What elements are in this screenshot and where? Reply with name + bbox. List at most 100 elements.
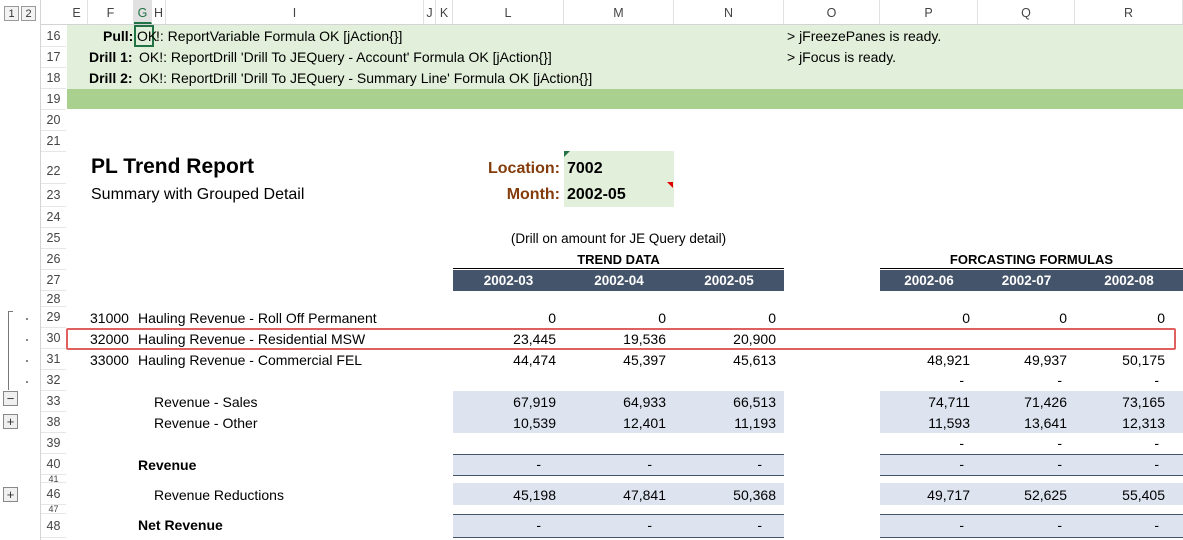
trend-amount[interactable]: 12,401	[564, 415, 666, 431]
row-header[interactable]: 48	[41, 514, 66, 538]
column-header-n[interactable]: N	[674, 0, 784, 24]
trend-amount[interactable]: 23,445	[453, 331, 556, 347]
location-input[interactable]: 7002	[567, 160, 603, 178]
forecast-amount: 12,313	[1122, 415, 1165, 431]
row-header[interactable]: 46	[41, 483, 66, 505]
trend-amount[interactable]: 11,193	[674, 415, 776, 431]
trend-amount[interactable]: -	[564, 517, 652, 533]
forecast-amount: -	[1057, 435, 1062, 451]
forecast-amount: 52,625	[1024, 487, 1067, 503]
focus-message: > jFocus is ready.	[787, 49, 897, 65]
forecast-amount: 74,711	[928, 394, 970, 410]
row-header[interactable]: 26	[41, 249, 66, 270]
trend-amount[interactable]: 67,919	[453, 394, 556, 410]
outline-level-2-button[interactable]: 2	[21, 6, 36, 21]
trend-amount[interactable]: -	[674, 456, 762, 472]
row-header[interactable]: 25	[41, 228, 66, 249]
pull-label: Pull:	[103, 28, 134, 44]
column-header-r[interactable]: R	[1075, 0, 1183, 24]
trend-amount[interactable]: 45,613	[674, 352, 776, 368]
account-name: Hauling Revenue - Residential MSW	[138, 331, 366, 347]
trend-amount[interactable]: -	[564, 456, 652, 472]
row-header[interactable]: 27	[41, 270, 66, 291]
pull-status-text: !: ReportVariable Formula OK [jAction{}]	[156, 28, 403, 44]
column-header-o[interactable]: O	[784, 0, 880, 24]
forecast-amount: -	[1154, 456, 1159, 472]
trend-amount[interactable]: 0	[453, 310, 556, 326]
trend-amount[interactable]: 44,474	[453, 352, 556, 368]
forecast-amount: 73,165	[1122, 394, 1165, 410]
drill2-label: Drill 2:	[89, 70, 133, 86]
trend-amount[interactable]: 10,539	[453, 415, 556, 431]
trend-amount[interactable]: 0	[564, 310, 666, 326]
account-code: 33000	[90, 352, 129, 368]
forecast-amount: -	[959, 435, 964, 451]
trend-amount[interactable]: 45,397	[564, 352, 666, 368]
forecast-amount: -	[1154, 435, 1159, 451]
row-header[interactable]: 29	[41, 307, 66, 328]
column-header-h[interactable]: H	[152, 0, 166, 24]
forecast-amount: 71,426	[1024, 394, 1067, 410]
row-header[interactable]: 31	[41, 349, 66, 370]
row-header[interactable]: 47	[41, 505, 66, 514]
row-header[interactable]: 32	[41, 370, 66, 391]
outline-expand-button[interactable]: +	[3, 414, 18, 429]
outline-collapse-button[interactable]: −	[3, 391, 18, 406]
forecast-amount: 0	[1059, 310, 1067, 326]
column-header-i[interactable]: I	[166, 0, 424, 24]
column-header-e[interactable]: E	[66, 0, 88, 24]
summary-label: Revenue - Sales	[154, 394, 258, 410]
month-input[interactable]: 2002-05	[567, 186, 626, 204]
column-header-l[interactable]: L	[453, 0, 564, 24]
row-header[interactable]: 30	[41, 328, 66, 349]
column-header-f[interactable]: F	[88, 0, 134, 24]
trend-amount[interactable]: -	[453, 517, 541, 533]
forecast-amount: -	[959, 456, 964, 472]
row-header[interactable]: 24	[41, 207, 66, 228]
row-header[interactable]: 39	[41, 433, 66, 454]
row-header[interactable]: 41	[41, 475, 66, 483]
row-header[interactable]: 23	[41, 184, 66, 207]
column-header-g[interactable]: G	[134, 0, 152, 24]
trend-amount[interactable]: 0	[674, 310, 776, 326]
row-header[interactable]: 40	[41, 454, 66, 475]
column-header-p[interactable]: P	[880, 0, 978, 24]
trend-amount[interactable]: 66,513	[674, 394, 776, 410]
row-header[interactable]: 28	[41, 291, 66, 307]
row-header[interactable]: 19	[41, 89, 66, 110]
row-header[interactable]: 17	[41, 47, 66, 68]
row-header[interactable]: 21	[41, 131, 66, 152]
row-header[interactable]: 18	[41, 68, 66, 89]
summary-label: Revenue - Other	[154, 415, 258, 431]
column-header-q[interactable]: Q	[978, 0, 1075, 24]
trend-amount[interactable]: -	[453, 456, 541, 472]
trend-amount[interactable]: 45,198	[453, 487, 556, 503]
summary-label: Net Revenue	[138, 517, 223, 533]
row-header[interactable]: 22	[41, 152, 66, 184]
location-label: Location:	[488, 160, 560, 177]
period-header: 2002-06	[904, 273, 954, 288]
row-header[interactable]: 16	[41, 25, 66, 47]
outline-level-1-button[interactable]: 1	[4, 6, 19, 21]
outline-expand-button[interactable]: +	[3, 487, 18, 502]
column-header-j[interactable]: J	[424, 0, 436, 24]
report-title: PL Trend Report	[91, 155, 254, 178]
account-code: 31000	[90, 310, 129, 326]
outline-dot	[26, 360, 28, 362]
column-header-m[interactable]: M	[564, 0, 674, 24]
trend-amount[interactable]: 19,536	[564, 331, 666, 347]
account-code: 32000	[90, 331, 129, 347]
period-header: 2002-07	[1001, 273, 1052, 288]
report-subtitle: Summary with Grouped Detail	[91, 186, 305, 203]
row-header[interactable]: 20	[41, 110, 66, 131]
trend-amount[interactable]: -	[674, 517, 762, 533]
row-header[interactable]: 38	[41, 412, 66, 433]
trend-amount[interactable]: 50,368	[674, 487, 776, 503]
trend-amount[interactable]: 20,900	[674, 331, 776, 347]
trend-data-header: TREND DATA	[453, 252, 784, 269]
column-header-k[interactable]: K	[436, 0, 453, 24]
row-header[interactable]: 33	[41, 391, 66, 412]
trend-amount[interactable]: 47,841	[564, 487, 666, 503]
trend-amount[interactable]: 64,933	[564, 394, 666, 410]
outline-dot	[26, 381, 28, 383]
